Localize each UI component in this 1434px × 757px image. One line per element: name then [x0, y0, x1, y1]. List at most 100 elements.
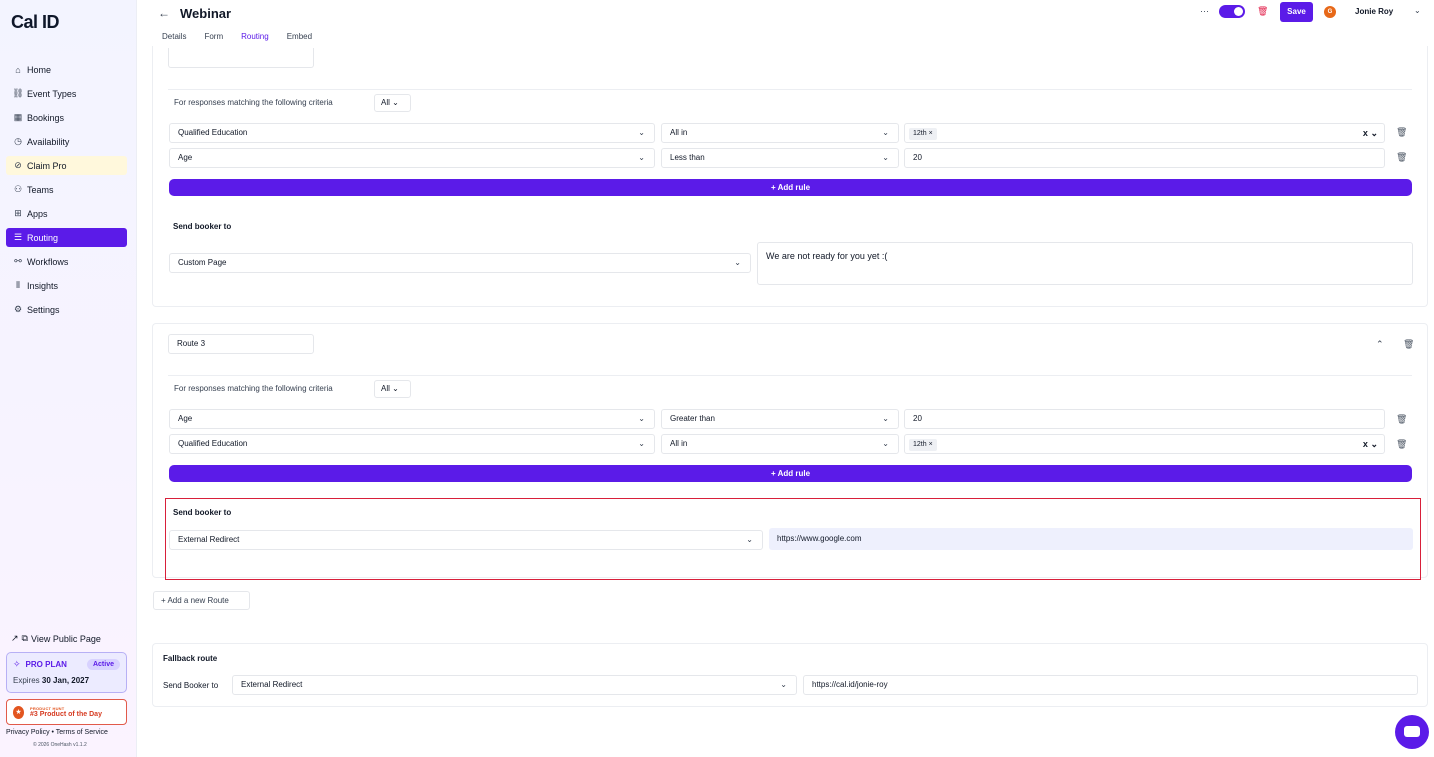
- rule-field-select[interactable]: Qualified Education ⌄: [169, 123, 655, 143]
- enable-toggle[interactable]: [1219, 5, 1245, 18]
- route-name-input[interactable]: Route 3: [168, 334, 314, 354]
- rule-value-input[interactable]: 20: [904, 409, 1385, 429]
- sidebar-item-apps[interactable]: ⊞ Apps: [6, 204, 127, 223]
- add-rule-button[interactable]: + Add rule: [169, 465, 1412, 482]
- match-select[interactable]: All ⌄: [374, 380, 411, 398]
- back-arrow-icon[interactable]: ←: [158, 6, 170, 20]
- chevron-down-icon: ⌄: [638, 153, 645, 162]
- more-options-icon[interactable]: ···: [1200, 6, 1209, 16]
- rule-field-select[interactable]: Age ⌄: [169, 409, 655, 429]
- route-name-input[interactable]: [168, 48, 314, 68]
- copy-icon: ⧉: [21, 633, 28, 643]
- rule-operator-select[interactable]: Greater than ⌄: [661, 409, 899, 429]
- delete-rule-icon[interactable]: 🗑: [1396, 152, 1407, 163]
- sidebar-nav: ⌂ Home ⛓ Event Types ▦ Bookings ◷ Availabili…: [6, 60, 127, 324]
- divider: [168, 375, 1412, 376]
- add-rule-button[interactable]: + Add rule: [169, 179, 1412, 196]
- clear-and-chevron-icon[interactable]: x ⌄: [1363, 124, 1378, 142]
- delete-form-icon[interactable]: 🗑: [1257, 6, 1268, 17]
- delete-route-icon[interactable]: 🗑: [1403, 339, 1414, 350]
- sidebar-item-availability[interactable]: ◷ Availability: [6, 132, 127, 151]
- rule-field-select[interactable]: Qualified Education ⌄: [169, 434, 655, 454]
- chevron-down-icon: ⌄: [882, 439, 889, 448]
- destination-select[interactable]: External Redirect ⌄: [169, 530, 763, 550]
- grid-icon: ⊞: [14, 208, 22, 218]
- calendar-icon: ▦: [13, 112, 23, 122]
- sidebar-item-label: Event Types: [27, 88, 77, 99]
- footer-links[interactable]: Privacy Policy • Terms of Service: [6, 729, 108, 736]
- sidebar-item-label: Workflows: [27, 256, 69, 267]
- delete-rule-icon[interactable]: 🗑: [1396, 414, 1407, 425]
- sidebar-item-routing[interactable]: ☰ Routing: [6, 228, 127, 247]
- view-public-label: View Public Page: [30, 633, 101, 644]
- sidebar-item-home[interactable]: ⌂ Home: [6, 60, 127, 79]
- rule-operator-select[interactable]: All in ⌄: [661, 434, 899, 454]
- status-badge: Active: [86, 659, 120, 670]
- chevron-down-icon: ⌄: [734, 258, 741, 267]
- sidebar-item-label: Claim Pro: [27, 160, 67, 171]
- link-icon: ⛓: [12, 88, 24, 98]
- rule-operator-select[interactable]: Less than ⌄: [661, 148, 899, 168]
- add-route-button[interactable]: + Add a new Route: [153, 591, 250, 610]
- external-link-icon: ↗: [11, 633, 19, 643]
- sidebar-item-label: Apps: [27, 208, 48, 219]
- pro-plan-card[interactable]: ✧ PRO PLAN Active Expires 30 Jan, 2027: [6, 652, 127, 693]
- delete-rule-icon[interactable]: 🗑: [1396, 439, 1407, 450]
- chevron-down-icon: ⌄: [882, 128, 889, 137]
- sidebar-item-claim-pro[interactable]: ⊘ Claim Pro: [6, 156, 127, 175]
- pro-plan-title: PRO PLAN: [25, 660, 67, 669]
- sidebar-item-label: Bookings: [27, 112, 65, 123]
- redirect-url-input[interactable]: https://www.google.com: [769, 528, 1413, 550]
- sidebar-item-label: Availability: [27, 136, 70, 147]
- copyright: © 2026 OneHash v1.1.2: [33, 742, 87, 748]
- home-icon: ⌂: [15, 64, 21, 75]
- sidebar-item-workflows[interactable]: ⚯ Workflows: [6, 252, 127, 271]
- criteria-label: For responses matching the following cri…: [174, 98, 333, 107]
- rule-operator-select[interactable]: All in ⌄: [661, 123, 899, 143]
- page-title: Webinar: [180, 6, 232, 21]
- send-booker-label: Send booker to: [173, 508, 232, 517]
- value-chip[interactable]: 12th ×: [909, 128, 937, 140]
- fallback-send-label: Send Booker to: [163, 681, 219, 690]
- chevron-down-icon: ⌄: [638, 414, 645, 423]
- rule-field-select[interactable]: Age ⌄: [169, 148, 655, 168]
- match-select[interactable]: All ⌄: [374, 94, 411, 112]
- divider: [168, 89, 1412, 90]
- sidebar-item-label: Teams: [27, 184, 54, 195]
- sidebar-item-event-types[interactable]: ⛓ Event Types: [6, 84, 127, 103]
- clear-and-chevron-icon[interactable]: x ⌄: [1363, 435, 1378, 453]
- view-public-page-link[interactable]: ↗ ⧉ View Public Page: [11, 633, 101, 644]
- sidebar-item-bookings[interactable]: ▦ Bookings: [6, 108, 127, 127]
- sidebar-item-settings[interactable]: ⚙ Settings: [6, 300, 127, 319]
- app-logo[interactable]: Cal ID: [11, 12, 60, 33]
- avatar[interactable]: G: [1324, 6, 1336, 18]
- rule-value-multiselect[interactable]: 12th × x ⌄: [904, 434, 1385, 454]
- pro-plan-expiry: Expires 30 Jan, 2027: [13, 676, 90, 685]
- chevron-down-icon[interactable]: ⌄: [1414, 6, 1421, 15]
- save-button[interactable]: Save: [1280, 2, 1313, 22]
- fallback-title: Fallback route: [163, 654, 218, 663]
- sidebar-item-label: Routing: [27, 232, 59, 243]
- user-name[interactable]: Jonie Roy: [1355, 7, 1393, 16]
- fallback-url-input[interactable]: https://cal.id/jonie-roy: [803, 675, 1418, 695]
- product-hunt-large: #3 Product of the Day: [30, 711, 102, 718]
- rule-value-input[interactable]: 20: [904, 148, 1385, 168]
- sparkle-icon: ✧: [13, 659, 21, 669]
- value-chip[interactable]: 12th ×: [909, 439, 937, 451]
- chevron-up-icon[interactable]: ⌃: [1376, 339, 1384, 350]
- sidebar-item-insights[interactable]: ⫴ Insights: [6, 276, 127, 295]
- rule-value-multiselect[interactable]: 12th × x ⌄: [904, 123, 1385, 143]
- clock-icon: ◷: [14, 136, 22, 146]
- sidebar-item-label: Settings: [27, 304, 60, 315]
- destination-select[interactable]: Custom Page ⌄: [169, 253, 751, 273]
- custom-message-textarea[interactable]: We are not ready for you yet :(: [757, 242, 1413, 285]
- medal-icon: ★: [13, 705, 24, 719]
- fallback-destination-select[interactable]: External Redirect ⌄: [232, 675, 797, 695]
- delete-rule-icon[interactable]: 🗑: [1396, 127, 1407, 138]
- chevron-down-icon: ⌄: [392, 98, 399, 107]
- sidebar-item-teams[interactable]: ⚇ Teams: [6, 180, 127, 199]
- chevron-down-icon: ⌄: [882, 414, 889, 423]
- product-hunt-badge[interactable]: ★ PRODUCT HUNT #3 Product of the Day: [6, 699, 127, 725]
- chat-support-icon[interactable]: [1395, 715, 1429, 749]
- criteria-label: For responses matching the following cri…: [174, 384, 333, 393]
